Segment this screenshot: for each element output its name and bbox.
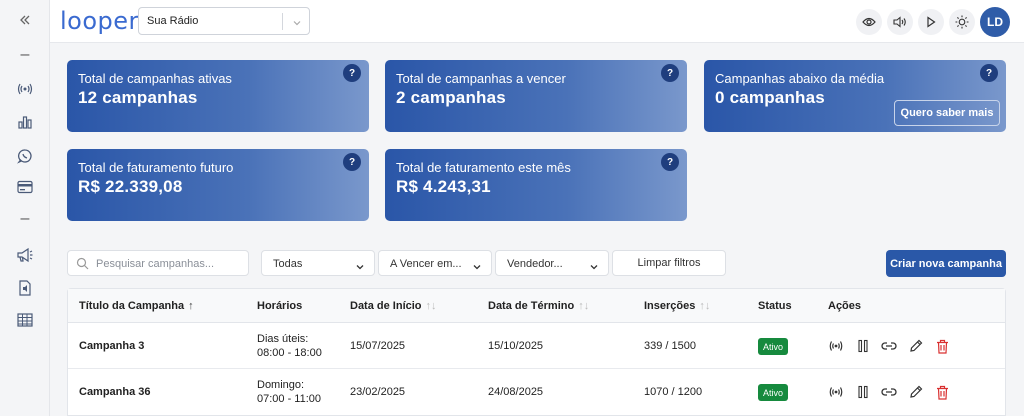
volume-icon[interactable] bbox=[887, 9, 913, 35]
edit-pencil-icon[interactable] bbox=[908, 338, 924, 354]
chevron-down-icon bbox=[589, 259, 599, 277]
app-logo[interactable]: loopert bbox=[60, 7, 149, 35]
card-value: R$ 22.339,08 bbox=[78, 177, 183, 196]
help-icon[interactable]: ? bbox=[980, 64, 998, 82]
card-expiring-campaigns: Total de campanhas a vencer 2 campanhas … bbox=[385, 60, 687, 132]
campaign-schedule: Dias úteis: 08:00 - 18:00 bbox=[257, 333, 322, 359]
card-month-revenue: Total de faturamento este mês R$ 4.243,3… bbox=[385, 149, 687, 221]
whatsapp-icon[interactable] bbox=[0, 142, 50, 170]
sidebar: – – bbox=[0, 0, 50, 416]
sort-icon: ↑↓ bbox=[425, 300, 437, 312]
campaign-insertions: 1070 / 1200 bbox=[644, 386, 703, 398]
card-value: 12 campanhas bbox=[78, 88, 198, 107]
campaign-title[interactable]: Campanha 3 bbox=[79, 340, 144, 352]
search-input[interactable]: Pesquisar campanhas... bbox=[67, 250, 249, 276]
card-future-revenue: Total de faturamento futuro R$ 22.339,08… bbox=[67, 149, 369, 221]
column-header-end-date[interactable]: Data de Término ↑↓ bbox=[488, 300, 589, 312]
campaign-start-date: 23/02/2025 bbox=[350, 386, 406, 398]
sort-icon: ↑↓ bbox=[699, 300, 711, 312]
seller-filter-value: Vendedor... bbox=[507, 258, 563, 270]
campaign-schedule: Domingo: 07:00 - 11:00 bbox=[257, 379, 322, 405]
help-icon[interactable]: ? bbox=[661, 153, 679, 171]
column-header-title[interactable]: Título da Campanha ↑ bbox=[79, 300, 194, 312]
help-icon[interactable]: ? bbox=[661, 64, 679, 82]
column-header-actions: Ações bbox=[828, 300, 862, 312]
card-value: R$ 4.243,31 bbox=[396, 177, 491, 196]
card-below-average: Campanhas abaixo da média 0 campanhas ? … bbox=[704, 60, 1006, 132]
status-filter-select[interactable]: Todas bbox=[261, 250, 375, 276]
sidebar-divider: – bbox=[20, 46, 30, 63]
sun-icon[interactable] bbox=[949, 9, 975, 35]
card-title: Total de campanhas a vencer bbox=[396, 71, 566, 86]
column-header-schedule: Horários bbox=[257, 300, 303, 312]
link-icon[interactable] bbox=[881, 338, 897, 354]
table-row: Campanha 3 Dias úteis: 08:00 - 18:00 15/0… bbox=[68, 323, 1005, 369]
card-title: Total de faturamento este mês bbox=[396, 160, 571, 175]
radio-selector-value: Sua Rádio bbox=[147, 15, 199, 27]
campaigns-table: Título da Campanha ↑ Horários Data de Iní… bbox=[67, 288, 1006, 416]
column-header-status: Status bbox=[758, 300, 792, 312]
card-active-campaigns: Total de campanhas ativas 12 campanhas ? bbox=[67, 60, 369, 132]
table-icon[interactable] bbox=[0, 306, 50, 334]
search-icon bbox=[76, 257, 89, 275]
delete-trash-icon[interactable] bbox=[934, 338, 950, 354]
clear-filters-button[interactable]: Limpar filtros bbox=[612, 250, 726, 276]
campaign-title[interactable]: Campanha 36 bbox=[79, 386, 151, 398]
delete-trash-icon[interactable] bbox=[934, 384, 950, 400]
card-icon[interactable] bbox=[0, 173, 50, 201]
collapse-sidebar-icon[interactable] bbox=[0, 6, 50, 34]
card-value: 0 campanhas bbox=[715, 88, 825, 107]
search-placeholder: Pesquisar campanhas... bbox=[96, 258, 215, 270]
campaign-insertions: 339 / 1500 bbox=[644, 340, 696, 352]
sidebar-divider: – bbox=[20, 210, 30, 227]
chevron-down-icon bbox=[355, 259, 365, 277]
sort-icon: ↑↓ bbox=[578, 300, 590, 312]
eye-icon[interactable] bbox=[856, 9, 882, 35]
chevron-down-icon bbox=[292, 15, 302, 33]
radio-selector[interactable]: Sua Rádio bbox=[138, 7, 310, 35]
link-icon[interactable] bbox=[881, 384, 897, 400]
play-icon[interactable] bbox=[918, 9, 944, 35]
status-badge: Ativo bbox=[758, 384, 789, 401]
help-icon[interactable]: ? bbox=[343, 64, 361, 82]
status-badge: Ativo bbox=[758, 338, 789, 355]
table-row: Campanha 36 Domingo: 07:00 - 11:00 23/02/… bbox=[68, 369, 1005, 415]
megaphone-icon[interactable] bbox=[0, 241, 50, 269]
expiring-filter-value: A Vencer em... bbox=[390, 258, 462, 270]
pause-icon[interactable] bbox=[855, 338, 871, 354]
broadcast-icon[interactable] bbox=[828, 338, 844, 354]
table-header: Título da Campanha ↑ Horários Data de Iní… bbox=[68, 289, 1005, 323]
column-header-insertions[interactable]: Inserções ↑↓ bbox=[644, 300, 710, 312]
edit-pencil-icon[interactable] bbox=[908, 384, 924, 400]
campaign-end-date: 24/08/2025 bbox=[488, 386, 544, 398]
top-header: loopert Sua Rádio LD bbox=[50, 0, 1024, 43]
audio-file-icon[interactable] bbox=[0, 274, 50, 302]
broadcast-icon[interactable] bbox=[828, 384, 844, 400]
learn-more-button[interactable]: Quero saber mais bbox=[894, 100, 1000, 126]
expiring-filter-select[interactable]: A Vencer em... bbox=[378, 250, 492, 276]
card-title: Campanhas abaixo da média bbox=[715, 71, 885, 86]
radio-selector-separator bbox=[282, 13, 283, 30]
campaign-start-date: 15/07/2025 bbox=[350, 340, 406, 352]
help-icon[interactable]: ? bbox=[343, 153, 361, 171]
create-campaign-button[interactable]: Criar nova campanha bbox=[886, 250, 1006, 277]
pause-icon[interactable] bbox=[855, 384, 871, 400]
user-avatar[interactable]: LD bbox=[980, 7, 1010, 37]
card-title: Total de campanhas ativas bbox=[78, 71, 232, 86]
broadcast-icon[interactable] bbox=[0, 75, 50, 103]
seller-filter-select[interactable]: Vendedor... bbox=[495, 250, 609, 276]
campaign-end-date: 15/10/2025 bbox=[488, 340, 544, 352]
chevron-down-icon bbox=[472, 259, 482, 277]
card-value: 2 campanhas bbox=[396, 88, 506, 107]
card-title: Total de faturamento futuro bbox=[78, 160, 234, 175]
bar-chart-icon[interactable] bbox=[0, 108, 50, 136]
column-header-start-date[interactable]: Data de Início ↑↓ bbox=[350, 300, 437, 312]
status-filter-value: Todas bbox=[273, 258, 303, 270]
sort-ascending-icon: ↑ bbox=[188, 300, 194, 312]
